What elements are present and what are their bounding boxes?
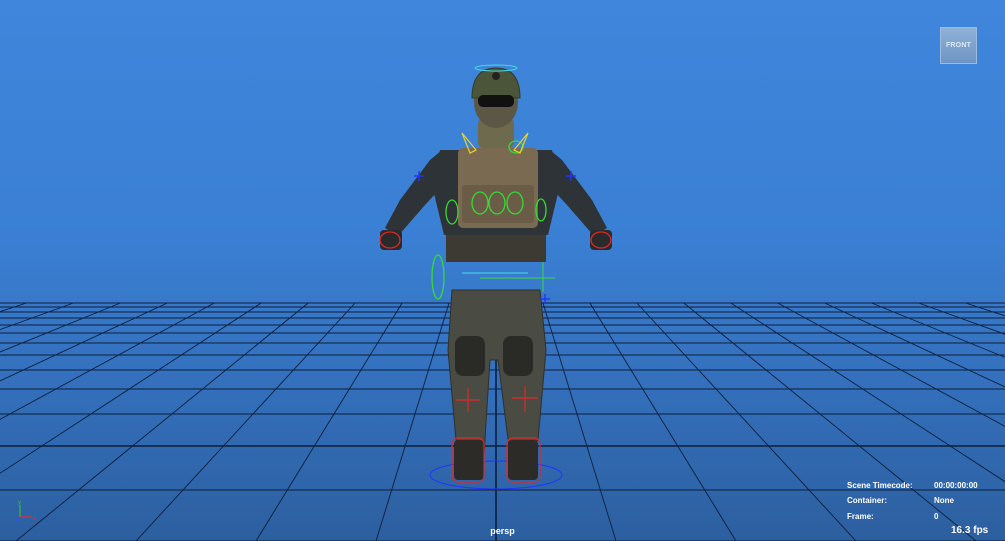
left-glove	[380, 230, 402, 250]
axis-x-label: x	[33, 516, 36, 522]
hud-frame-value: 0	[934, 512, 939, 521]
helmet-mount	[492, 72, 500, 80]
character-model[interactable]	[0, 0, 1005, 541]
axis-y-label: y	[18, 500, 21, 506]
view-cube[interactable]: FRONT	[940, 27, 977, 64]
left-knee-pad	[455, 336, 485, 376]
right-knee-pad	[503, 336, 533, 376]
hud-frame-label: Frame:	[847, 512, 874, 521]
left-boot	[454, 440, 484, 480]
hud-timecode-value: 00:00:00:00	[934, 481, 978, 490]
hud-container-label: Container:	[847, 496, 887, 505]
belt	[446, 232, 546, 262]
axis-gizmo-icon: y x	[15, 500, 36, 522]
left-hip-control[interactable]	[431, 254, 445, 300]
maya-viewport[interactable]: FRONT Scene Timecode: 00:00:00:00 Contai…	[0, 0, 1005, 541]
view-cube-label: FRONT	[945, 42, 972, 49]
right-boot	[508, 440, 538, 480]
hud-container-value: None	[934, 496, 954, 505]
hud-timecode-label: Scene Timecode:	[847, 481, 913, 490]
root-control-ring[interactable]	[429, 460, 563, 490]
goggles	[478, 95, 514, 107]
camera-name: persp	[490, 526, 515, 536]
right-glove	[590, 230, 612, 250]
